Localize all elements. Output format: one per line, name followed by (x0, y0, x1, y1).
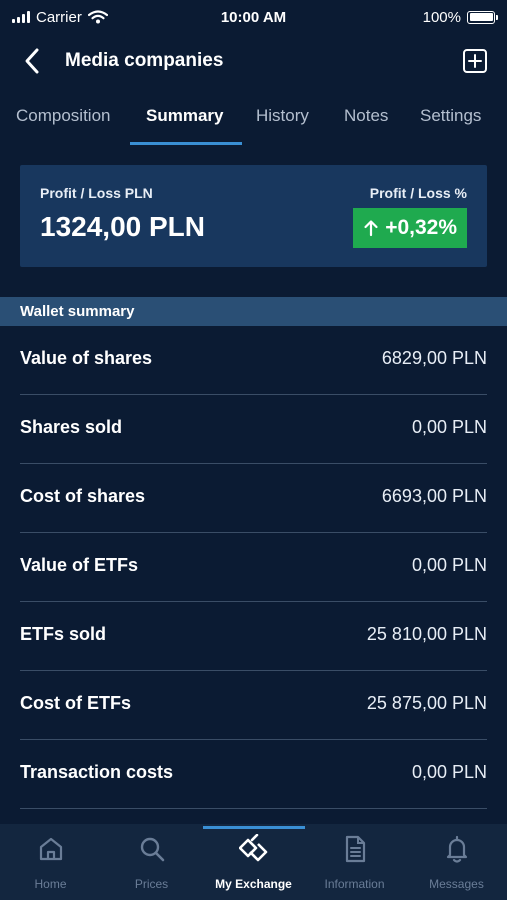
list-item: Shares sold 0,00 PLN (20, 395, 487, 464)
chevron-left-icon (25, 48, 39, 74)
status-bar: Carrier 10:00 AM 100% (0, 0, 507, 34)
arrow-up-icon (364, 220, 378, 237)
list-item: ETFs sold 25 810,00 PLN (20, 602, 487, 671)
row-value: 25 810,00 PLN (366, 624, 487, 644)
row-label: Shares sold (20, 417, 123, 437)
wallet-summary-header: Wallet summary (0, 297, 507, 326)
exchange-logo-icon (238, 834, 267, 862)
search-icon (140, 837, 164, 862)
list-item: Value of shares 6829,00 PLN (20, 326, 487, 395)
carrier-name: Carrier (36, 8, 82, 26)
signal-icon (12, 11, 30, 23)
tab-notes[interactable]: Notes (344, 106, 388, 126)
row-label: Transaction costs (20, 762, 174, 782)
profit-loss-percent-value: +0,32% (385, 216, 457, 239)
status-left: Carrier (12, 9, 108, 26)
document-icon (345, 835, 365, 863)
list-item: Transaction costs 0,00 PLN (20, 740, 487, 809)
row-value: 0,00 PLN (411, 417, 487, 437)
tabbar-item-prices[interactable]: Prices (101, 824, 202, 900)
tab-settings[interactable]: Settings (420, 106, 481, 126)
battery-icon (467, 10, 498, 24)
row-label: Cost of ETFs (20, 693, 131, 713)
tabbar-label: Information (324, 877, 385, 891)
section-title: Wallet summary (20, 303, 135, 320)
battery-percent: 100% (422, 8, 461, 26)
bottom-tab-bar: Home Prices My Exchange Information Mess… (0, 824, 507, 900)
back-button[interactable] (18, 46, 48, 76)
active-tab-indicator (130, 142, 242, 145)
list-item: Cost of shares 6693,00 PLN (20, 464, 487, 533)
tabbar-item-messages[interactable]: Messages (406, 824, 507, 900)
tabbar-item-my-exchange[interactable]: My Exchange (203, 824, 304, 900)
tabbar-item-information[interactable]: Information (304, 824, 405, 900)
row-label: Cost of shares (20, 486, 146, 506)
tab-history[interactable]: History (256, 106, 309, 126)
wallet-summary-list: Value of shares 6829,00 PLN Shares sold … (0, 326, 507, 809)
profit-loss-card: Profit / Loss PLN 1324,00 PLN Profit / L… (20, 165, 487, 267)
list-item: Cost of ETFs 25 875,00 PLN (20, 671, 487, 740)
row-value: 6693,00 PLN (381, 486, 487, 506)
profit-loss-percent-label: Profit / Loss % (369, 185, 467, 201)
profit-loss-value: 1324,00 PLN (40, 211, 205, 242)
nav-header: Media companies (0, 38, 507, 84)
tabbar-label: Prices (134, 877, 169, 891)
row-label: ETFs sold (20, 624, 107, 644)
row-label: Value of ETFs (20, 555, 139, 575)
tab-composition[interactable]: Composition (16, 106, 111, 126)
status-right: 100% (422, 8, 498, 26)
tabbar-label: Messages (429, 877, 484, 891)
row-value: 0,00 PLN (411, 762, 487, 782)
bell-icon (446, 835, 467, 863)
profit-loss-percent-badge: +0,32% (353, 208, 467, 248)
add-button[interactable] (462, 48, 488, 74)
home-icon (39, 837, 62, 861)
list-item: Value of ETFs 0,00 PLN (20, 533, 487, 602)
plus-square-icon (463, 49, 487, 73)
page-title: Media companies (65, 50, 224, 71)
tabbar-label: My Exchange (215, 877, 292, 891)
profit-loss-label: Profit / Loss PLN (40, 185, 153, 201)
tab-bar-top: Composition Summary History Notes Settin… (0, 96, 507, 146)
tab-summary[interactable]: Summary (146, 106, 223, 126)
tabbar-label: Home (34, 877, 67, 891)
row-label: Value of shares (20, 348, 153, 368)
row-value: 6829,00 PLN (381, 348, 487, 368)
row-value: 25 875,00 PLN (366, 693, 487, 713)
row-value: 0,00 PLN (411, 555, 487, 575)
wifi-icon (87, 10, 108, 24)
tabbar-item-home[interactable]: Home (0, 824, 101, 900)
